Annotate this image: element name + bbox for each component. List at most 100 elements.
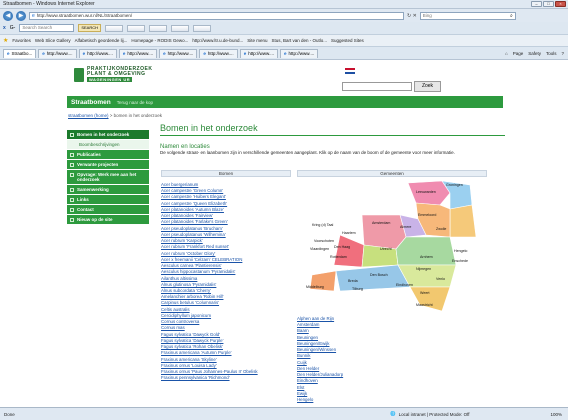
- map-label[interactable]: Nijmegen: [416, 267, 431, 271]
- map-label[interactable]: Almere: [400, 225, 411, 229]
- nav-item-publicaties[interactable]: Publicaties: [67, 150, 149, 160]
- tab-label: http://www....: [207, 51, 234, 56]
- google-search-input[interactable]: Search Search: [19, 24, 75, 32]
- page-menu[interactable]: Page: [513, 51, 524, 56]
- favorites-label[interactable]: Favorites: [12, 38, 31, 43]
- nav-item-nieuw[interactable]: Nieuw op de site: [67, 215, 149, 225]
- map-label[interactable]: Tilburg: [352, 287, 363, 291]
- column-header-bomen: Bomen: [161, 170, 291, 177]
- map-label[interactable]: Amsterdam: [372, 221, 390, 225]
- tab[interactable]: e http://www....: [239, 48, 278, 58]
- toolbar-button[interactable]: [105, 24, 124, 32]
- map-label[interactable]: Zwolle: [436, 227, 446, 231]
- ie-icon: e: [122, 51, 126, 56]
- ie-icon: e: [7, 51, 10, 56]
- map-label[interactable]: Den Haag: [334, 245, 350, 249]
- map-label[interactable]: Leeuwarden: [416, 190, 436, 194]
- google-search-button[interactable]: SEARCH: [78, 24, 102, 32]
- map-label[interactable]: Arnhem: [420, 255, 433, 259]
- nav-item-boombeschrijvingen[interactable]: Boombeschrijvingen: [67, 140, 149, 150]
- security-zone[interactable]: 🌐 Local intranet | Protected Mode: Off: [390, 411, 469, 417]
- map-label[interactable]: Haarlem: [342, 231, 356, 235]
- refresh-icon[interactable]: ↻ ✕: [407, 13, 417, 19]
- tab[interactable]: e http://www....: [159, 48, 198, 58]
- map-label[interactable]: Den Bosch: [370, 273, 388, 277]
- maximize-button[interactable]: □: [543, 1, 554, 7]
- toolbar-button[interactable]: [193, 24, 212, 32]
- tab[interactable]: e http://www....: [78, 48, 117, 58]
- safety-menu[interactable]: Safety: [528, 51, 541, 56]
- favorites-star-icon[interactable]: ★: [3, 37, 8, 44]
- municipality-link[interactable]: Hengelo: [297, 397, 377, 403]
- favorite-link[interactable]: Web Slice Gallery: [35, 38, 71, 43]
- dutch-flag-icon[interactable]: [345, 68, 355, 74]
- nav-item-contact[interactable]: Contact: [67, 205, 149, 215]
- search-button[interactable]: Zoek: [414, 81, 441, 92]
- tab-straatbomen[interactable]: e Straatbo...: [3, 48, 37, 58]
- breadcrumb-home-link[interactable]: straatbomen (home): [68, 113, 109, 118]
- nav-item-links[interactable]: Links: [67, 195, 149, 205]
- zoom-level[interactable]: 100%: [550, 412, 562, 417]
- map-label[interactable]: Rotterdam: [330, 255, 347, 259]
- home-icon[interactable]: ⌂: [505, 51, 508, 56]
- map-label[interactable]: Utrecht: [380, 247, 392, 251]
- search-icon[interactable]: ⌕: [510, 13, 513, 19]
- map-label[interactable]: Emmeloord: [418, 213, 436, 217]
- nav-item-opvrage[interactable]: Opvrage: Werk mee aan het onderzoek: [67, 170, 149, 185]
- map-label[interactable]: Weert: [420, 291, 430, 295]
- breadcrumb-current: > bomen in het onderzoek: [108, 113, 162, 118]
- map-label[interactable]: Middelburg: [306, 285, 324, 289]
- tab-label: Straatbo...: [11, 51, 33, 56]
- nav-label: Contact: [77, 207, 94, 212]
- tab[interactable]: e http://www....: [199, 48, 238, 58]
- nav-bullet-icon: [70, 163, 74, 167]
- favorite-link[interactable]: Site menu: [247, 38, 267, 43]
- back-link[interactable]: Terug naar de kop: [117, 100, 153, 105]
- tools-menu[interactable]: Tools: [546, 51, 557, 56]
- nav-label: Opvrage: Werk mee aan het onderzoek: [77, 172, 137, 182]
- site-search-input[interactable]: [342, 82, 412, 91]
- back-button[interactable]: ◀: [3, 10, 13, 21]
- favorite-link[interactable]: Alfabetisch geordende lij...: [75, 38, 128, 43]
- nav-item-bomen[interactable]: Bomen in het onderzoek: [67, 130, 149, 140]
- site-name[interactable]: Straatbomen: [71, 99, 111, 106]
- map-label[interactable]: Eindhoven: [396, 283, 413, 287]
- netherlands-map[interactable]: Leeuwarden Groningen Emmeloord Zwolle Al…: [300, 175, 480, 315]
- toolbar-button[interactable]: [127, 24, 146, 32]
- tab[interactable]: e http://www....: [38, 48, 77, 58]
- nav-item-verwante-projecten[interactable]: Verwante projecten: [67, 160, 149, 170]
- tab[interactable]: e http://www....: [279, 48, 319, 58]
- google-toolbar: x G- Search Search SEARCH: [0, 22, 568, 35]
- map-label[interactable]: Vlaardingen: [310, 247, 329, 251]
- map-label[interactable]: Breda: [348, 279, 358, 283]
- favorite-link[interactable]: Suggested Sites: [331, 38, 364, 43]
- favorite-link[interactable]: http://www.ltr.u.de-bund...: [192, 38, 243, 43]
- map-label[interactable]: Hengelo: [454, 249, 467, 253]
- ie-icon: e: [82, 51, 86, 56]
- nav-bullet-icon: [70, 173, 74, 177]
- nav-item-samenwerking[interactable]: Samenwerking: [67, 185, 149, 195]
- nav-bullet-icon: [70, 208, 74, 212]
- minimize-button[interactable]: –: [531, 1, 542, 7]
- map-label[interactable]: Venlo: [436, 277, 445, 281]
- help-icon[interactable]: ?: [561, 51, 564, 56]
- site-logo[interactable]: PRAKTIJKONDERZOEK PLANT & OMGEVING WAGEN…: [74, 67, 152, 83]
- toolbar-button[interactable]: [149, 24, 168, 32]
- tree-link[interactable]: Fraxinus pennsylvanica 'Richmond': [161, 375, 291, 381]
- title-divider: [160, 135, 505, 136]
- tab[interactable]: e http://www....: [118, 48, 158, 58]
- close-button[interactable]: ×: [555, 1, 566, 7]
- toolbar-button[interactable]: [171, 24, 190, 32]
- map-label[interactable]: Kring (d) Taal: [312, 223, 333, 227]
- map-label[interactable]: Maastricht: [416, 303, 433, 307]
- forward-button[interactable]: ▶: [16, 10, 26, 21]
- map-label[interactable]: Groningen: [446, 183, 463, 187]
- map-label[interactable]: Enschede: [452, 259, 468, 263]
- map-shape[interactable]: [300, 175, 480, 315]
- favorite-link[interactable]: Stus, Bart van den - Outlo...: [271, 38, 327, 43]
- browser-search-input[interactable]: Bing ⌕: [419, 11, 516, 20]
- address-bar[interactable]: e http://www.straatbomen.wur.nl/NL/Straa…: [29, 11, 404, 20]
- map-label[interactable]: Voorschoten: [314, 239, 334, 243]
- window-controls: – □ ×: [531, 1, 566, 7]
- favorite-link[interactable]: Homepage - RODIS Gewo...: [131, 38, 188, 43]
